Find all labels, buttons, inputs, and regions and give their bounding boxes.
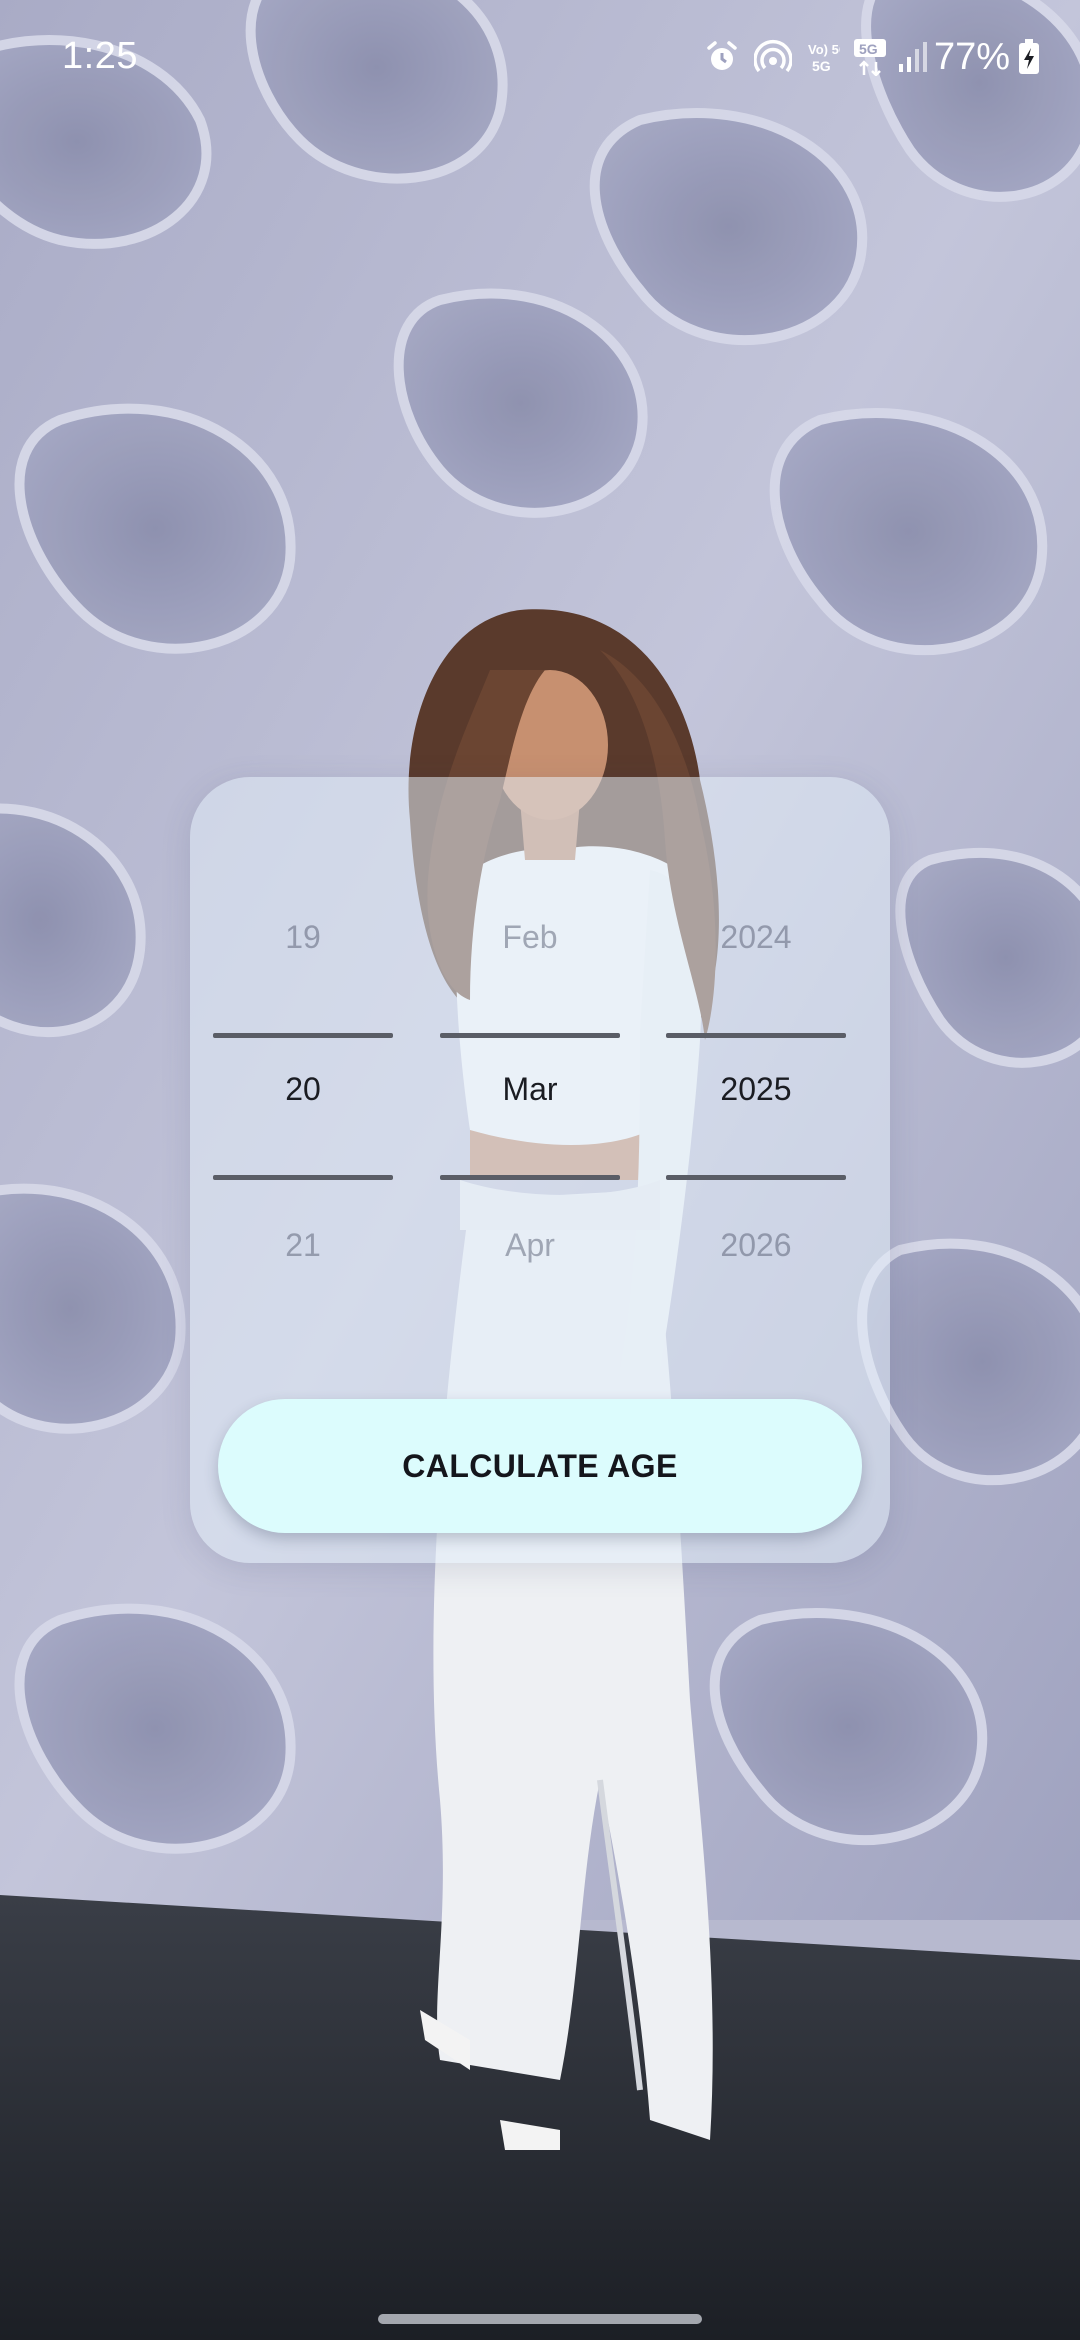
status-time: 1:25 (62, 35, 138, 77)
network-type: 5G (859, 41, 878, 57)
volte-icon: Vo) 5G5G (806, 39, 840, 75)
battery-percent: 77% (933, 36, 1010, 78)
svg-text:5G: 5G (812, 58, 831, 74)
day-selection-line-top (213, 1033, 393, 1038)
day-previous[interactable]: 19 (213, 917, 393, 957)
day-selected[interactable]: 20 (213, 1069, 393, 1109)
month-selection-line-bottom (440, 1175, 620, 1180)
status-icons: Vo) 5G5G 5G 77% (704, 34, 1040, 80)
year-selection-line-bottom (666, 1175, 846, 1180)
year-previous[interactable]: 2024 (666, 917, 846, 957)
month-selection-line-top (440, 1033, 620, 1038)
battery-charging-icon (1018, 39, 1040, 75)
year-next[interactable]: 2026 (666, 1225, 846, 1265)
volte-text: Vo) 5G (808, 42, 840, 57)
month-previous[interactable]: Feb (440, 917, 620, 957)
status-bar: 1:25 Vo) 5G5G 5G 77% (0, 0, 1080, 110)
year-selection-line-top (666, 1033, 846, 1038)
alarm-icon (704, 39, 740, 75)
signal-icon (898, 40, 928, 74)
hotspot-icon (753, 39, 792, 75)
home-indicator[interactable] (378, 2314, 702, 2324)
5g-data-icon: 5G (852, 38, 888, 76)
day-next[interactable]: 21 (213, 1225, 393, 1265)
day-selection-line-bottom (213, 1175, 393, 1180)
month-selected[interactable]: Mar (440, 1069, 620, 1109)
month-next[interactable]: Apr (440, 1225, 620, 1265)
day-wheel[interactable]: 19 20 (213, 813, 393, 1213)
month-wheel[interactable]: Feb Mar (440, 813, 620, 1213)
app-screen: 1:25 Vo) 5G5G 5G 77% 19 (0, 0, 1080, 2340)
date-picker-card: 19 20 Feb Mar 2024 2025 21 Apr 2026 CALC… (190, 777, 890, 1563)
year-selected[interactable]: 2025 (666, 1069, 846, 1109)
year-wheel[interactable]: 2024 2025 (666, 813, 846, 1213)
calculate-age-button[interactable]: CALCULATE AGE (218, 1399, 862, 1533)
